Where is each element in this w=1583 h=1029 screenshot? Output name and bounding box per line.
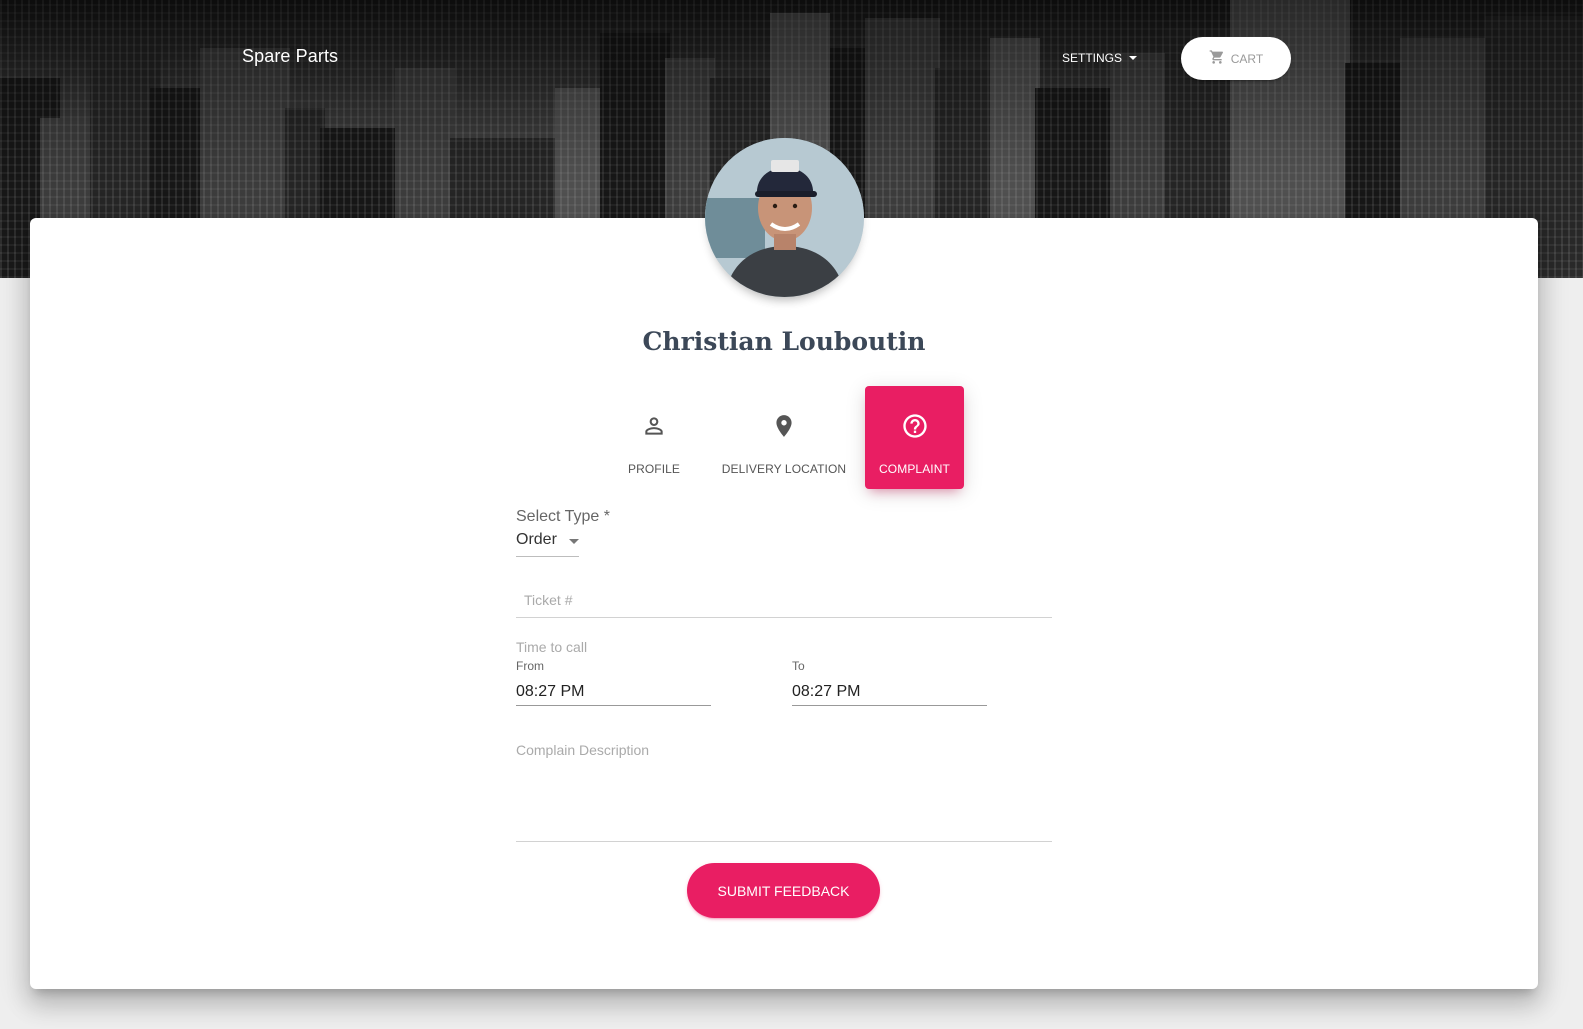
time-to-call-label: Time to call (516, 639, 588, 655)
avatar (705, 138, 864, 297)
ticket-field[interactable] (516, 586, 1052, 618)
select-type-dropdown[interactable]: Order (516, 531, 579, 557)
tab-delivery-location[interactable]: DELIVERY LOCATION (717, 386, 851, 489)
person-icon (641, 412, 667, 440)
from-label: From (516, 659, 544, 673)
tab-delivery-location-label: DELIVERY LOCATION (721, 462, 847, 476)
cart-button[interactable]: CART (1181, 37, 1291, 80)
from-time-value: 08:27 PM (516, 682, 585, 700)
from-time-field[interactable]: 08:27 PM (516, 678, 711, 706)
submit-feedback-button[interactable]: SUBMIT FEEDBACK (687, 863, 880, 918)
tab-complaint-label: COMPLAINT (879, 462, 950, 476)
select-type-value: Order (516, 531, 557, 548)
to-time-value: 08:27 PM (792, 682, 861, 700)
tab-profile-label: PROFILE (627, 462, 681, 476)
location-pin-icon (771, 412, 797, 440)
complain-description-textarea[interactable] (516, 740, 1052, 841)
settings-dropdown[interactable]: SETTINGS (1062, 51, 1138, 65)
shopping-cart-icon (1209, 49, 1225, 68)
settings-label: SETTINGS (1062, 51, 1123, 65)
to-label: To (792, 659, 805, 673)
profile-name: Christian Louboutin (642, 327, 926, 356)
caret-down-icon (568, 539, 579, 544)
caret-down-icon (1129, 56, 1138, 60)
ticket-input[interactable] (516, 586, 1052, 614)
tab-complaint[interactable]: COMPLAINT (865, 386, 964, 489)
tab-profile[interactable]: PROFILE (609, 386, 699, 489)
complain-description-field[interactable] (516, 740, 1052, 842)
cart-label: CART (1230, 51, 1264, 66)
help-circle-icon (901, 412, 929, 440)
select-type-label: Select Type * (516, 508, 610, 525)
to-time-field[interactable]: 08:27 PM (792, 678, 987, 706)
brand-title[interactable]: Spare Parts (242, 46, 338, 67)
